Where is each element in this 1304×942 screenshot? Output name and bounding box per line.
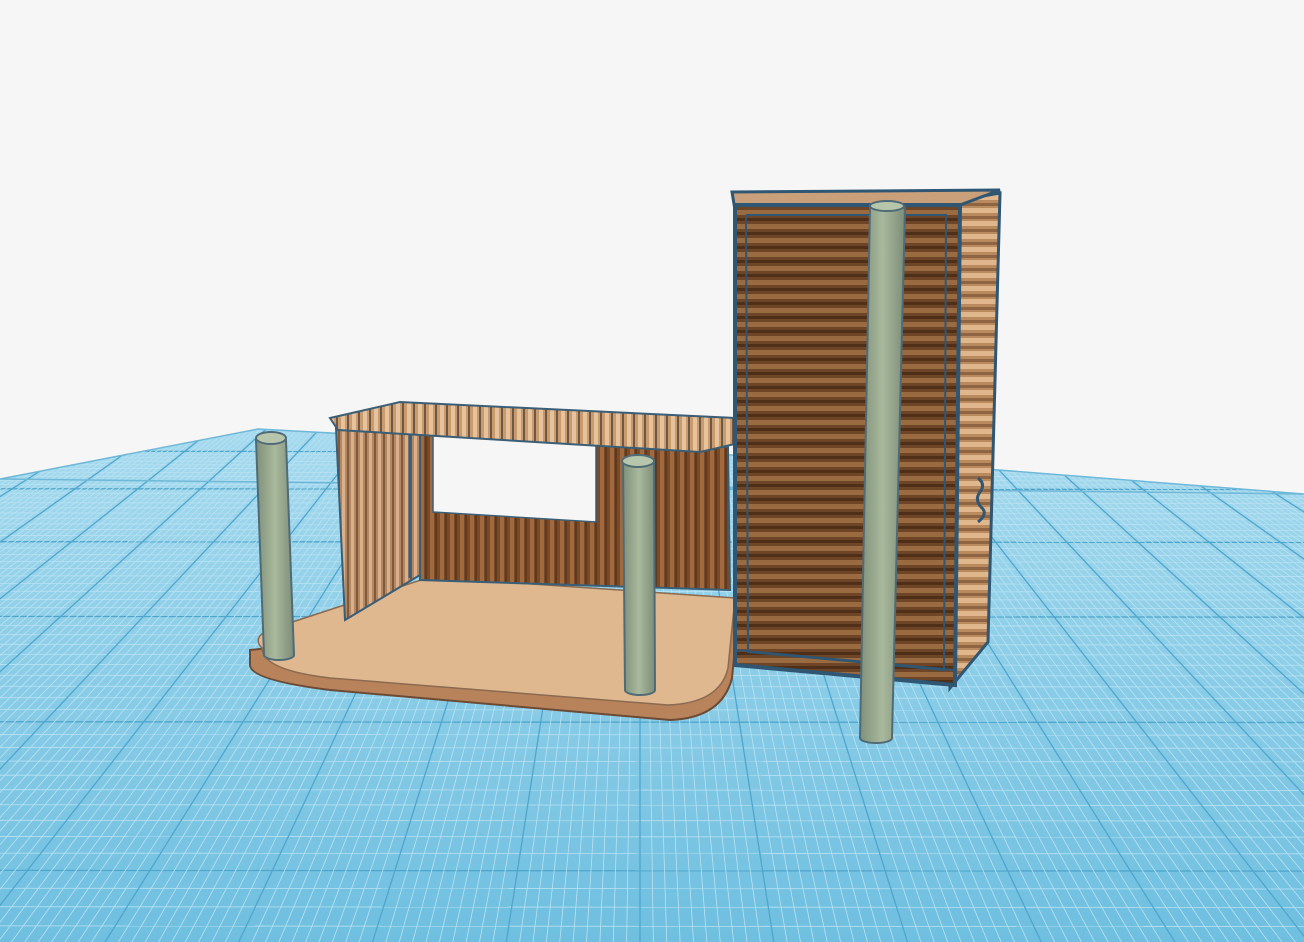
support-pillar[interactable] (621, 454, 657, 696)
back-wall-window (432, 432, 597, 523)
3d-viewport[interactable] (0, 0, 1304, 942)
tall-container-front (733, 203, 963, 688)
viewport-canvas[interactable] (0, 0, 1304, 942)
